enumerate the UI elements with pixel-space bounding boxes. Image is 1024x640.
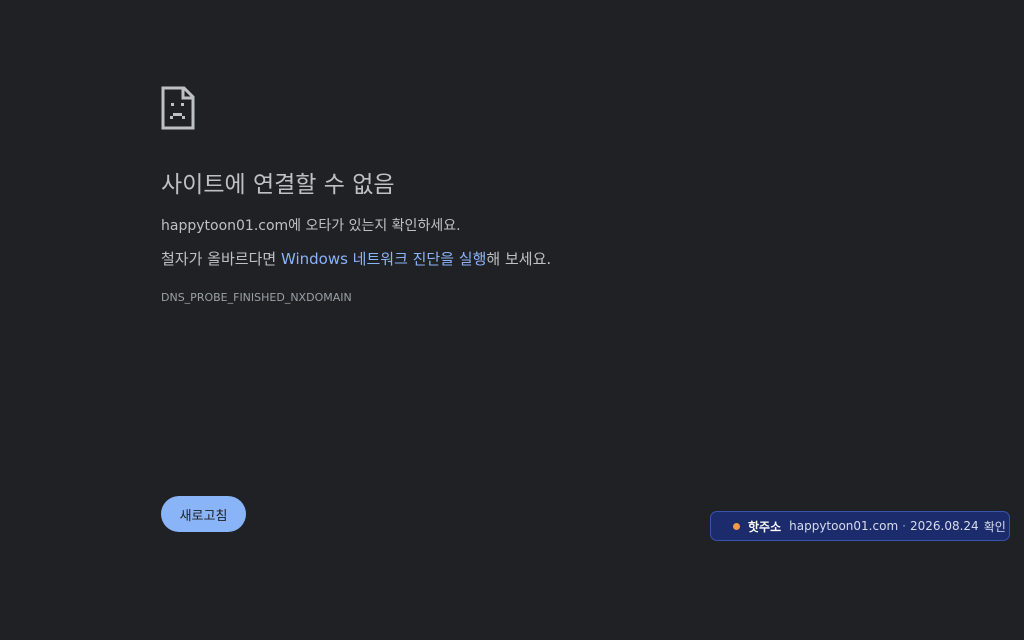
badge-date: 2026.08.24: [909, 519, 979, 533]
hint-domain: happytoon01.com: [161, 218, 289, 234]
badge-separator: ·: [902, 519, 906, 533]
hint-text: 에 오타가 있는지 확인하세요.: [288, 218, 461, 234]
hot-address-badge[interactable]: 핫주소 happytoon01.com · 2026.08.24 확인: [710, 511, 1010, 541]
diagnostics-suffix: 해 보세요.: [486, 250, 552, 268]
error-code: DNS_PROBE_FINISHED_NXDOMAIN: [161, 291, 352, 304]
sad-document-icon: [161, 86, 195, 130]
error-page: 사이트에 연결할 수 없음 happytoon01.com에 오타가 있는지 확…: [0, 0, 1024, 640]
network-diagnostics-link[interactable]: Windows 네트워크 진단을 실행: [281, 250, 486, 268]
status-dot-icon: [733, 522, 740, 530]
badge-label: 핫주소: [748, 519, 782, 534]
badge-domain: happytoon01.com: [789, 519, 899, 533]
error-title: 사이트에 연결할 수 없음: [161, 172, 395, 198]
reload-button[interactable]: 새로고침: [161, 496, 246, 532]
diagnostics-hint: 철자가 올바르다면 Windows 네트워크 진단을 실행해 보세요.: [161, 248, 551, 269]
badge-status: 확인: [983, 519, 1006, 534]
typo-hint: happytoon01.com에 오타가 있는지 확인하세요.: [161, 215, 461, 235]
diagnostics-prefix: 철자가 올바르다면: [161, 250, 281, 268]
